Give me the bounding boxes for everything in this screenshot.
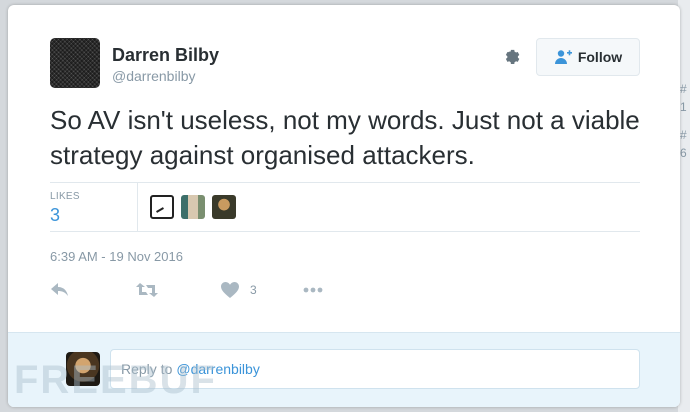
divider	[50, 231, 640, 232]
user-plus-icon	[554, 50, 572, 64]
reply-mention: @darrenbilby	[176, 361, 260, 377]
like-action-count: 3	[250, 283, 257, 297]
likes-count[interactable]: 3	[50, 205, 60, 226]
tweet-text: So AV isn't useless, not my words. Just …	[50, 105, 640, 170]
background-text: 1	[680, 100, 687, 114]
more-action[interactable]	[303, 281, 323, 299]
reply-input[interactable]: Reply to @darrenbilby	[110, 349, 640, 389]
retweet-action[interactable]	[136, 281, 158, 299]
author-avatar[interactable]	[50, 38, 100, 88]
tweet-card: Darren Bilby @darrenbilby Follow So AV i…	[8, 5, 680, 407]
retweet-icon	[136, 283, 158, 297]
follow-button[interactable]: Follow	[536, 38, 640, 76]
liker-avatar[interactable]	[150, 195, 174, 219]
divider	[50, 182, 640, 183]
background-text: #	[680, 82, 687, 96]
current-user-avatar	[66, 352, 100, 386]
reply-action[interactable]	[50, 281, 70, 299]
author-name[interactable]: Darren Bilby	[112, 45, 219, 66]
background-text: #	[680, 128, 687, 142]
liker-avatar[interactable]	[212, 195, 236, 219]
liker-avatar[interactable]	[181, 195, 205, 219]
author-handle[interactable]: @darrenbilby	[112, 68, 195, 84]
like-action[interactable]: 3	[220, 281, 257, 299]
tweet-timestamp[interactable]: 6:39 AM - 19 Nov 2016	[50, 249, 183, 264]
heart-icon	[221, 282, 239, 298]
likes-label[interactable]: LIKES	[50, 191, 80, 202]
gear-icon[interactable]	[501, 46, 523, 68]
reply-prefix: Reply to	[121, 361, 173, 377]
more-dots-icon	[303, 287, 323, 293]
reply-icon	[51, 283, 68, 296]
stats-separator	[137, 183, 138, 231]
background-text: 6	[680, 146, 687, 160]
follow-label: Follow	[577, 49, 623, 65]
